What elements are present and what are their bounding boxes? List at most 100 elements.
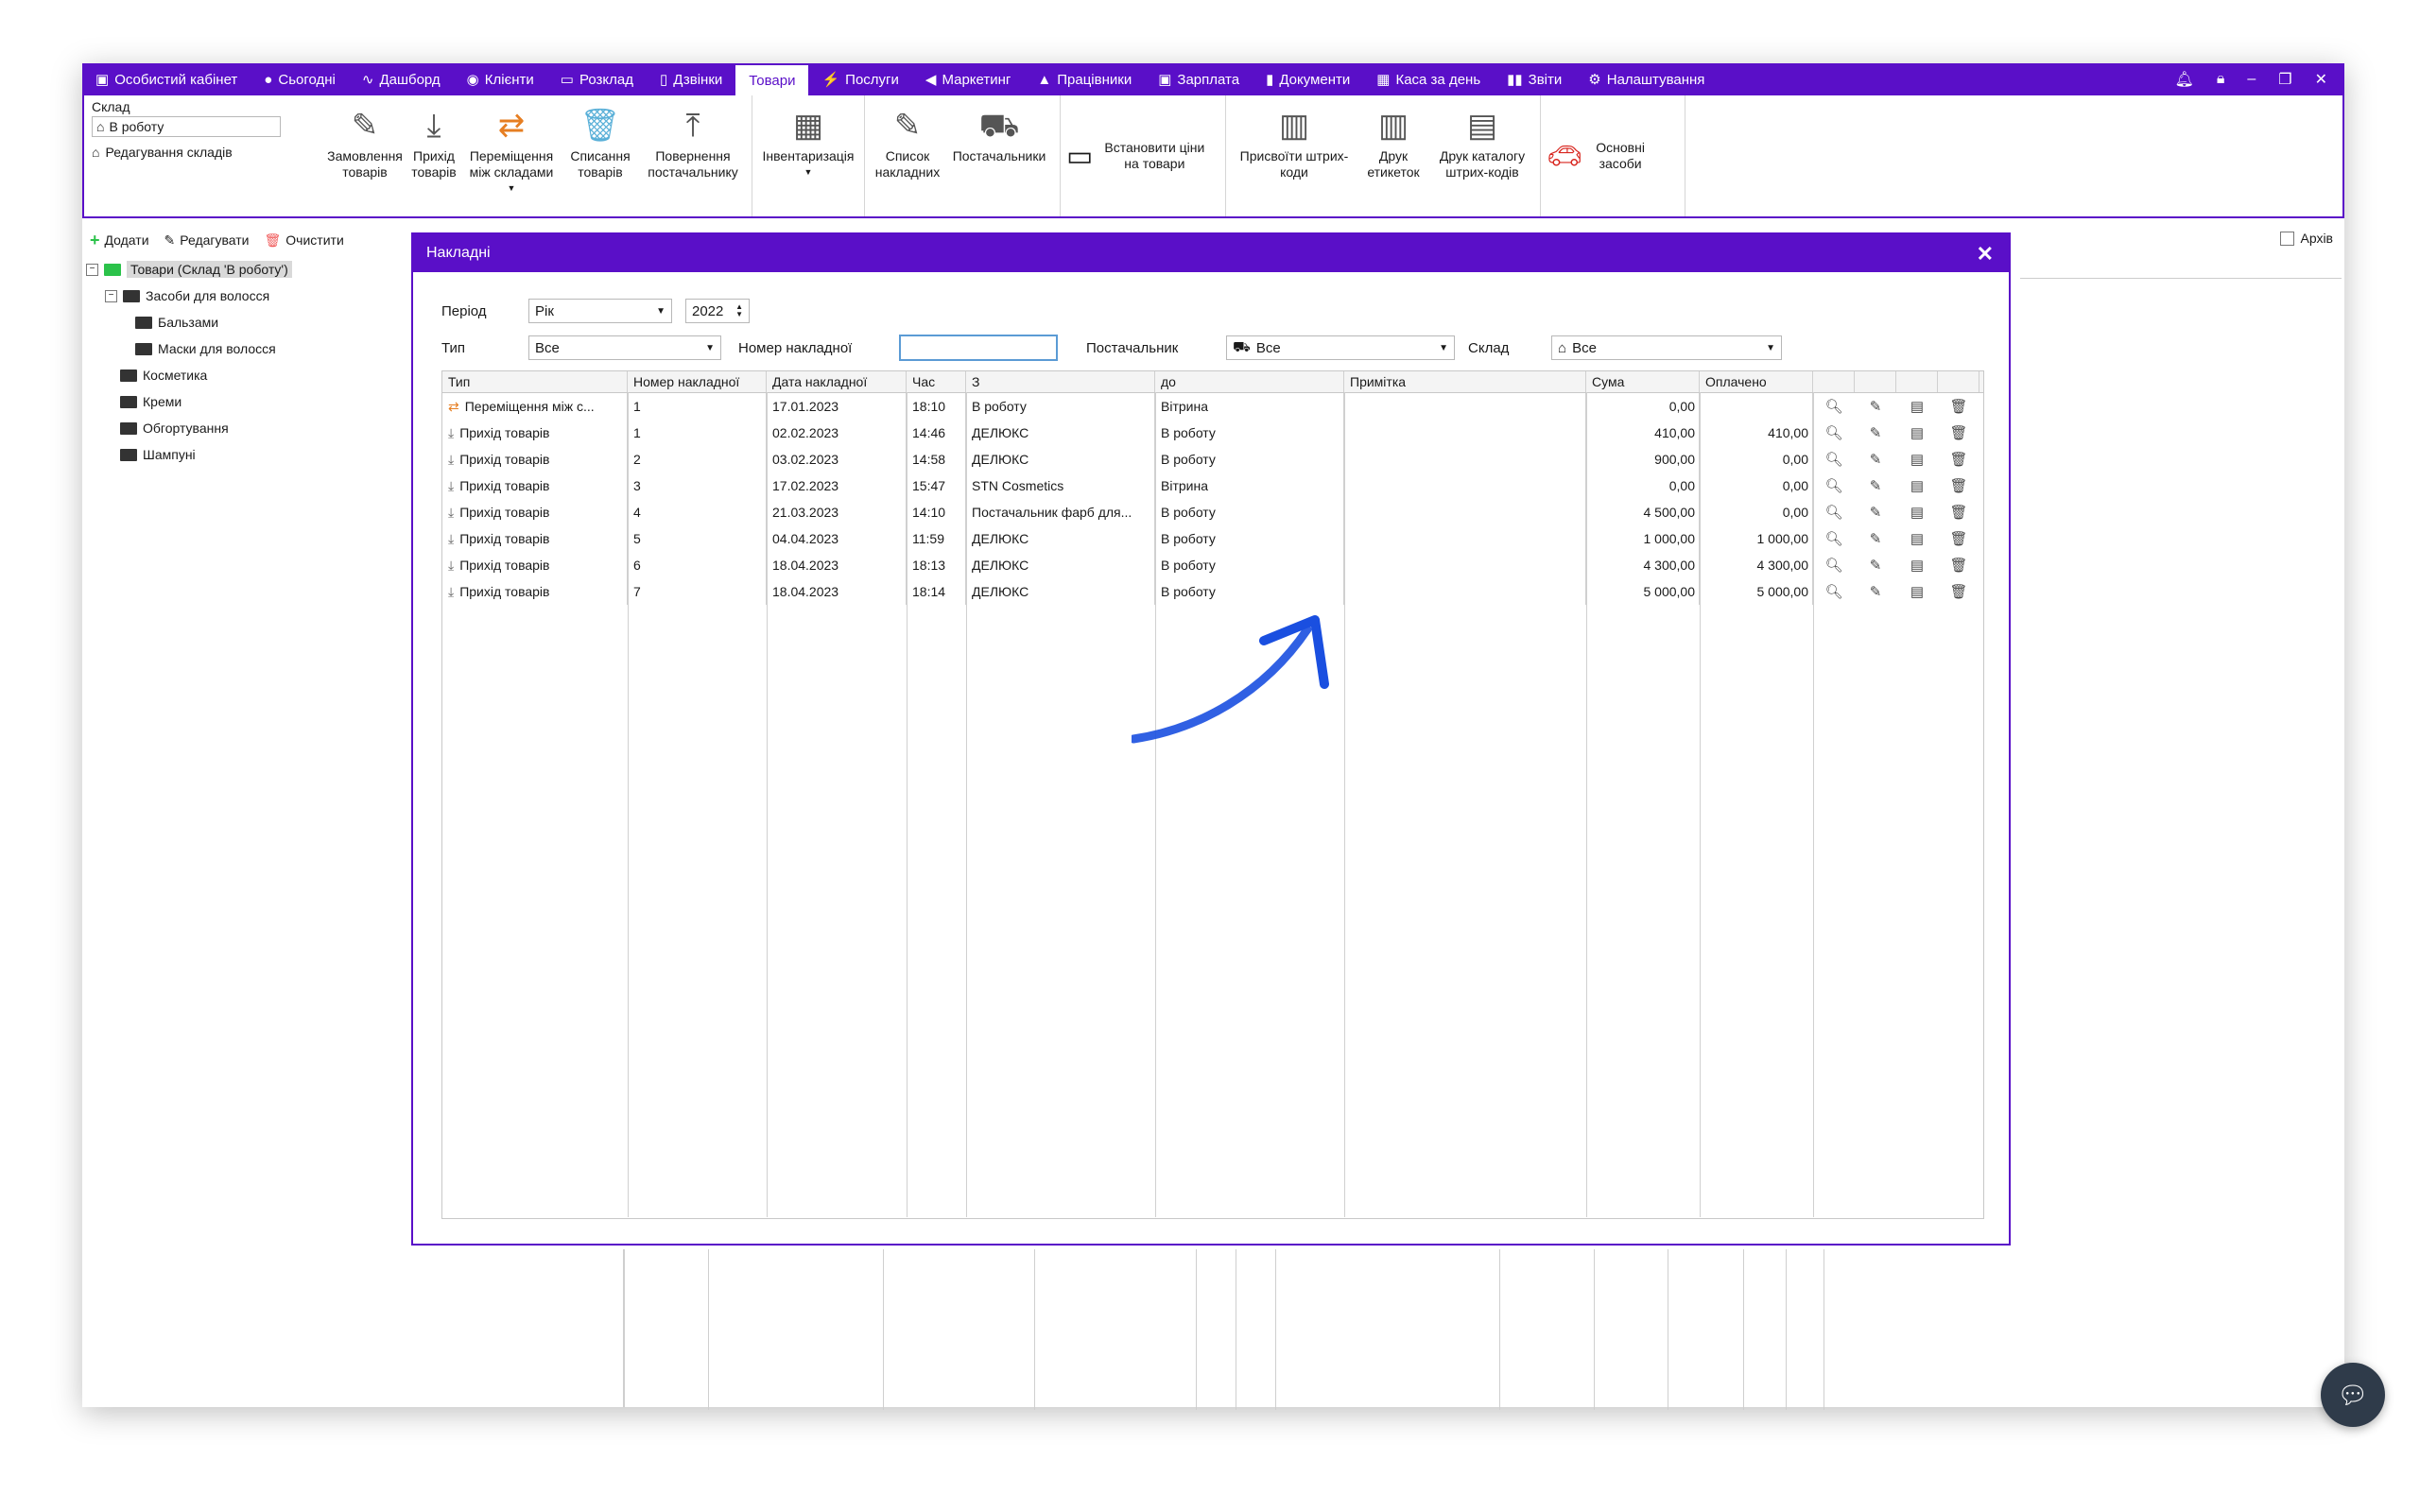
tree-item[interactable]: Шампуні [86,441,292,468]
tab-goods[interactable]: Товари [735,65,809,95]
view-icon[interactable]: 🔍︎ [1813,446,1855,472]
view-icon[interactable]: 🔍︎ [1813,552,1855,578]
fixed-assets-button[interactable]: 🚗︎ Основні засоби [1547,95,1679,216]
tree-item[interactable]: Креми [86,388,292,415]
print-icon[interactable]: ▤ [1896,552,1938,578]
column-header-paid[interactable]: Оплачено [1700,371,1813,392]
warehouse-select[interactable]: ⌂ В роботу [92,116,281,137]
tab-services[interactable]: ⚡ Послуги [808,63,911,95]
tab-clients[interactable]: ◉ Клієнти [454,63,547,95]
minimize-icon[interactable]: – [2247,71,2256,88]
invoice-number-input[interactable] [899,335,1058,361]
table-row[interactable]: ⤓ Прихід товарів 6 18.04.2023 18:13 ДЕЛЮКС В р… [442,552,1983,578]
tab-cash[interactable]: ▦ Каса за день [1363,63,1494,95]
period-select[interactable]: Рік ▼ [528,299,672,323]
delete-icon[interactable]: 🗑︎ [1938,499,1979,525]
column-header-from[interactable]: З [966,371,1155,392]
suppliers-button[interactable]: ⛟ Постачальники [944,95,1054,216]
checkbox-box[interactable] [2280,231,2295,246]
column-header-date[interactable]: Дата накладної [767,371,907,392]
tab-calls[interactable]: ▯ Дзвінки [647,63,735,95]
order-goods-button[interactable]: ✎ Замовлення товарів [324,95,406,216]
assign-barcodes-button[interactable]: ▥ Присвоїти штрих-коди [1232,95,1357,216]
print-icon[interactable]: ▤ [1896,446,1938,472]
tab-dashboard[interactable]: ∿ Дашборд [349,63,454,95]
tree-item[interactable]: Бальзами [86,309,292,335]
tree-item[interactable]: Маски для волосся [86,335,292,362]
column-header-sum[interactable]: Сума [1586,371,1700,392]
type-select[interactable]: Все ▼ [528,335,721,360]
tab-today[interactable]: ● Сьогодні [251,63,349,95]
column-header-type[interactable]: Тип [442,371,628,392]
delete-icon[interactable]: 🗑︎ [1938,578,1979,605]
collapse-icon[interactable]: − [86,263,98,276]
tab-salary[interactable]: ▣ Зарплата [1145,63,1253,95]
delete-icon[interactable]: 🗑︎ [1938,420,1979,446]
view-icon[interactable]: 🔍︎ [1813,472,1855,499]
collapse-icon[interactable]: − [105,289,117,302]
close-icon[interactable]: ✕ [2315,70,2327,89]
print-icon[interactable]: ▤ [1896,472,1938,499]
warehouse-filter-select[interactable]: ⌂ Все ▼ [1551,335,1782,360]
tab-reports[interactable]: ▮▮ Звіти [1494,63,1575,95]
edit-icon[interactable]: ✎ [1855,499,1896,525]
edit-icon[interactable]: ✎ [1855,420,1896,446]
print-icon[interactable]: ▤ [1896,420,1938,446]
restore-icon[interactable]: ❐ [2278,70,2291,89]
delete-icon[interactable]: 🗑︎ [1938,552,1979,578]
table-row[interactable]: ⤓ Прихід товарів 7 18.04.2023 18:14 ДЕЛЮКС В р… [442,578,1983,605]
edit-icon[interactable]: ✎ [1855,525,1896,552]
write-off-goods-button[interactable]: 🗑︎ Списання товарів [561,95,640,216]
print-icon[interactable]: ▤ [1896,525,1938,552]
view-icon[interactable]: 🔍︎ [1813,578,1855,605]
tab-schedule[interactable]: ▭ Розклад [547,63,647,95]
tab-employees[interactable]: ▲ Працівники [1024,63,1145,95]
year-stepper[interactable]: 2022 ▲ ▼ [685,299,750,323]
tab-marketing[interactable]: ◀ Маркетинг [912,63,1024,95]
table-row[interactable]: ⤓ Прихід товарів 4 21.03.2023 14:10 Постачаль… [442,499,1983,525]
edit-icon[interactable]: ✎ [1855,393,1896,420]
tree-item[interactable]: Косметика [86,362,292,388]
inventory-button[interactable]: ▦ Інвентаризація ▼ [758,95,858,216]
receive-goods-button[interactable]: ⤓ Прихід товарів [406,95,462,216]
edit-icon[interactable]: ✎ [1855,552,1896,578]
bell-icon[interactable]: 🔔︎ [2175,70,2194,89]
clear-button[interactable]: 🗑︎ Очистити [265,232,344,249]
close-icon[interactable]: ✕ [1977,242,1994,266]
invoice-list-button[interactable]: ✎ Список накладних [871,95,944,216]
table-row[interactable]: ⤓ Прихід товарів 3 17.02.2023 15:47 STN Cosme… [442,472,1983,499]
tab-settings[interactable]: ⚙ Налаштування [1575,63,1718,95]
lock-icon[interactable]: 🔒︎ [2217,71,2225,88]
spinner-icon[interactable]: ▲ ▼ [735,303,743,318]
chat-button[interactable]: 💬︎ [2321,1363,2385,1427]
edit-icon[interactable]: ✎ [1855,472,1896,499]
archive-checkbox[interactable]: Архів [2280,231,2333,246]
delete-icon[interactable]: 🗑︎ [1938,446,1979,472]
column-header-time[interactable]: Час [907,371,966,392]
supplier-select[interactable]: ⛟ Все ▼ [1226,335,1455,360]
table-row[interactable]: ⤓ Прихід товарів 5 04.04.2023 11:59 ДЕЛЮКС В р… [442,525,1983,552]
return-supplier-button[interactable]: ⤒ Повернення постачальнику [640,95,746,216]
print-icon[interactable]: ▤ [1896,393,1938,420]
print-barcode-catalog-button[interactable]: ▤ Друк каталогу штрих-кодів [1430,95,1534,216]
column-header-number[interactable]: Номер накладної [628,371,767,392]
edit-warehouses-button[interactable]: ⌂ Редагування складів [92,145,311,160]
delete-icon[interactable]: 🗑︎ [1938,525,1979,552]
table-row[interactable]: ⤓ Прихід товарів 2 03.02.2023 14:58 ДЕЛЮКС В р… [442,446,1983,472]
view-icon[interactable]: 🔍︎ [1813,420,1855,446]
print-icon[interactable]: ▤ [1896,499,1938,525]
transfer-goods-button[interactable]: ⇄ Переміщення між складами ▼ [462,95,561,216]
delete-icon[interactable]: 🗑︎ [1938,393,1979,420]
edit-icon[interactable]: ✎ [1855,578,1896,605]
tree-group[interactable]: − Засоби для волосся [86,283,292,309]
tree-item[interactable]: Обгортування [86,415,292,441]
set-prices-button[interactable]: ▭ Встановити ціни на товари [1066,95,1219,216]
column-header-to[interactable]: до [1155,371,1344,392]
print-icon[interactable]: ▤ [1896,578,1938,605]
table-row[interactable]: ⤓ Прихід товарів 1 02.02.2023 14:46 ДЕЛЮКС В р… [442,420,1983,446]
tab-personal-cabinet[interactable]: ▣ Особистий кабінет [82,63,251,95]
edit-button[interactable]: ✎ Редагувати [164,232,250,249]
print-labels-button[interactable]: ▥ Друк етикеток [1357,95,1430,216]
edit-icon[interactable]: ✎ [1855,446,1896,472]
add-button[interactable]: + Додати [90,231,149,250]
